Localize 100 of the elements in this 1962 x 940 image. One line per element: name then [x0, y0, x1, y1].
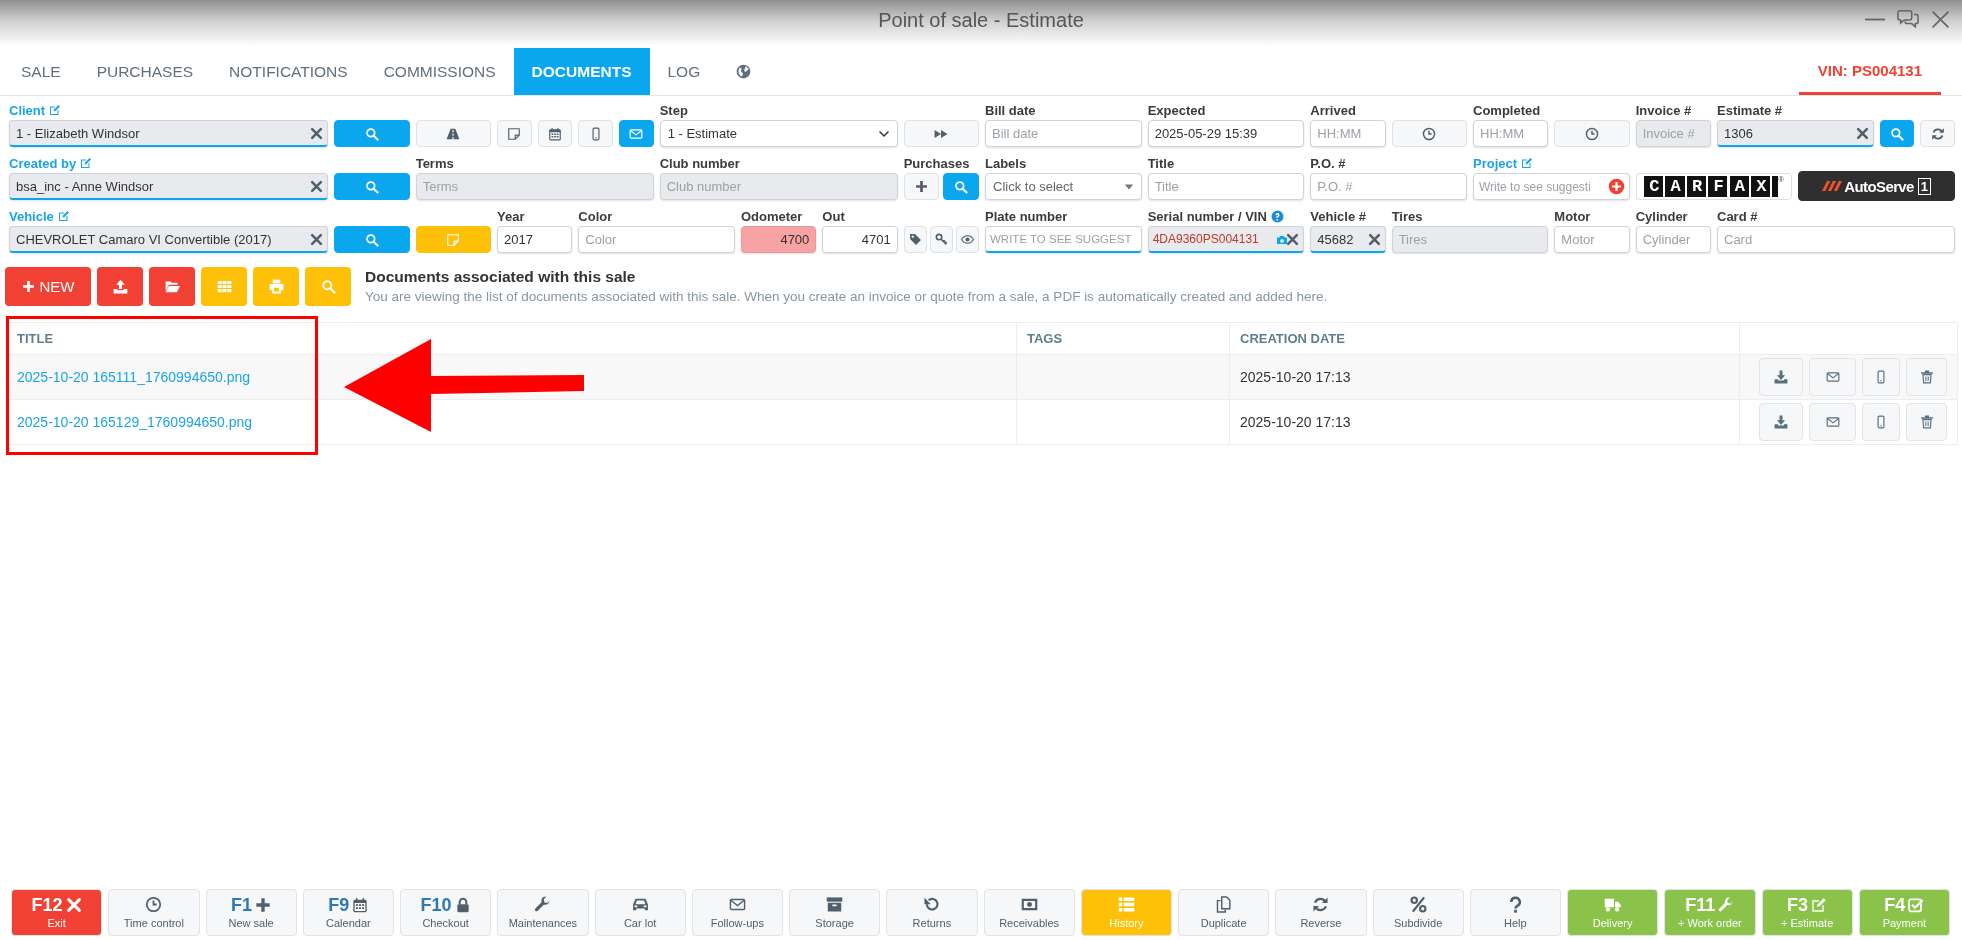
project-field[interactable]: Write to see suggesti — [1473, 173, 1630, 200]
edit-icon — [57, 210, 70, 222]
calendar-button[interactable] — [537, 120, 573, 147]
eye-button[interactable] — [955, 226, 979, 253]
minimize-button[interactable] — [1865, 17, 1885, 21]
po-number-field[interactable]: P.O. # — [1310, 173, 1467, 200]
tab[interactable]: COMMISSIONS — [365, 48, 514, 95]
new-button[interactable]: NEW — [5, 267, 91, 306]
vehicle-number-field[interactable]: 45682 — [1310, 226, 1386, 253]
delete-button[interactable] — [1906, 403, 1947, 441]
title-field[interactable]: Title — [1147, 173, 1305, 200]
refresh-button[interactable] — [1920, 120, 1955, 147]
search-icon — [365, 126, 379, 141]
clear-icon[interactable] — [1286, 233, 1300, 246]
field-label: Out — [822, 208, 845, 224]
help-icon[interactable] — [1270, 209, 1284, 223]
field-label: Invoice # — [1635, 102, 1692, 118]
expected-field[interactable]: 2025-05-29 15:39 — [1147, 120, 1305, 147]
undo-icon — [923, 895, 941, 913]
wrench-icon — [534, 895, 552, 913]
storage-button[interactable]: Storage — [789, 889, 881, 936]
created-by-field[interactable]: bsa_inc - Anne Windsor — [9, 173, 329, 200]
odometer-field[interactable]: 4700 — [741, 226, 817, 253]
globe-icon — [736, 64, 752, 79]
estimate-number-field[interactable]: 1306 — [1717, 120, 1874, 147]
search-button[interactable] — [943, 173, 979, 200]
maintenances-button[interactable]: Maintenances — [497, 889, 589, 936]
help-button[interactable]: Help — [1469, 889, 1561, 936]
tag-button[interactable] — [903, 226, 927, 253]
subdivide-button[interactable]: Subdivide — [1372, 889, 1464, 936]
email-button[interactable] — [619, 120, 654, 147]
year-field[interactable]: 2017 — [497, 226, 573, 253]
clear-icon[interactable] — [1855, 127, 1869, 140]
plate-number-field[interactable]: WRITE TO SEE SUGGEST — [985, 226, 1142, 253]
calendar-button[interactable]: F9 Calendar — [302, 889, 394, 936]
checkout-button[interactable]: F10 Checkout — [400, 889, 492, 936]
club-number-field[interactable]: Club number — [659, 173, 898, 200]
exit-button[interactable]: F12 Exit — [11, 889, 103, 936]
completed-field[interactable]: HH:MM — [1473, 120, 1549, 147]
tab[interactable]: PURCHASES — [78, 48, 212, 95]
clock-button[interactable] — [1391, 120, 1467, 147]
add-button[interactable] — [903, 173, 940, 200]
follow-ups-button[interactable]: Follow-ups — [691, 889, 783, 936]
delete-button[interactable] — [1906, 358, 1947, 396]
clock-button[interactable] — [1554, 120, 1630, 147]
search-button[interactable] — [1879, 120, 1915, 147]
close-button[interactable] — [1931, 9, 1950, 29]
search-button[interactable] — [334, 226, 410, 253]
download-button[interactable] — [1759, 358, 1803, 396]
clear-icon[interactable] — [1367, 233, 1381, 246]
note-button[interactable] — [497, 120, 532, 147]
phone-button[interactable] — [578, 120, 613, 147]
new-sale-button[interactable]: F1 New sale — [205, 889, 297, 936]
bill-date-field[interactable]: Bill date — [985, 120, 1142, 147]
returns-button[interactable]: Returns — [886, 889, 978, 936]
key-button[interactable] — [929, 226, 953, 253]
phone-button[interactable] — [1862, 358, 1900, 396]
search-button[interactable] — [334, 173, 410, 200]
tires-field[interactable]: Tires — [1391, 226, 1549, 253]
motor-field[interactable]: Motor — [1554, 226, 1630, 253]
field-label: P.O. # — [1310, 155, 1346, 171]
car-lot-button[interactable]: Car lot — [594, 889, 686, 936]
duplicate-button[interactable]: Duplicate — [1178, 889, 1270, 936]
receivables-button[interactable]: Receivables — [983, 889, 1075, 936]
arrived-field[interactable]: HH:MM — [1310, 120, 1386, 147]
phone-button[interactable] — [1862, 403, 1900, 441]
folder-button[interactable] — [149, 267, 195, 306]
clear-icon[interactable] — [310, 180, 324, 193]
serial-number-field[interactable]: 4DA9360PS004131 — [1147, 226, 1305, 253]
tab[interactable]: NOTIFICATIONS — [211, 48, 366, 95]
search-button[interactable] — [334, 120, 410, 147]
color-field[interactable]: Color — [578, 226, 735, 253]
autoserve-button[interactable]: AutoServe 1 — [1798, 171, 1955, 201]
step-select[interactable]: 1 - Estimate — [659, 120, 898, 147]
client-field[interactable]: 1 - Elizabeth Windsor — [9, 120, 329, 147]
window-title: Point of sale - Estimate — [878, 8, 1084, 32]
field-label: Arrived — [1310, 102, 1356, 118]
clock-icon — [1585, 126, 1599, 141]
chat-button[interactable] — [1895, 8, 1921, 30]
reverse-button[interactable]: Reverse — [1275, 889, 1367, 936]
card-number-field[interactable]: Card — [1717, 226, 1955, 253]
terms-field[interactable]: Terms — [415, 173, 654, 200]
vehicle-field[interactable]: CHEVROLET Camaro VI Convertible (2017) — [9, 226, 329, 253]
time-control-button[interactable]: Time control — [108, 889, 200, 936]
tab[interactable]: LOG — [649, 48, 719, 95]
field-label: Odometer — [741, 208, 803, 224]
tab[interactable]: SALE — [3, 48, 79, 95]
out-field[interactable]: 4701 — [822, 226, 898, 253]
road-icon — [446, 126, 461, 141]
upload-button[interactable] — [97, 267, 143, 306]
invoice-number-field[interactable]: Invoice # — [1635, 120, 1711, 147]
field-label: Plate number — [985, 208, 1068, 224]
road-button[interactable] — [415, 120, 491, 147]
clear-icon[interactable] — [310, 233, 324, 246]
forward-button[interactable] — [903, 120, 979, 147]
cylinder-field[interactable]: Cylinder — [1635, 226, 1711, 253]
labels-select[interactable]: Click to select — [985, 173, 1142, 200]
clear-icon[interactable] — [310, 127, 324, 140]
field-label: Card # — [1717, 208, 1758, 224]
download-button[interactable] — [1759, 403, 1803, 441]
